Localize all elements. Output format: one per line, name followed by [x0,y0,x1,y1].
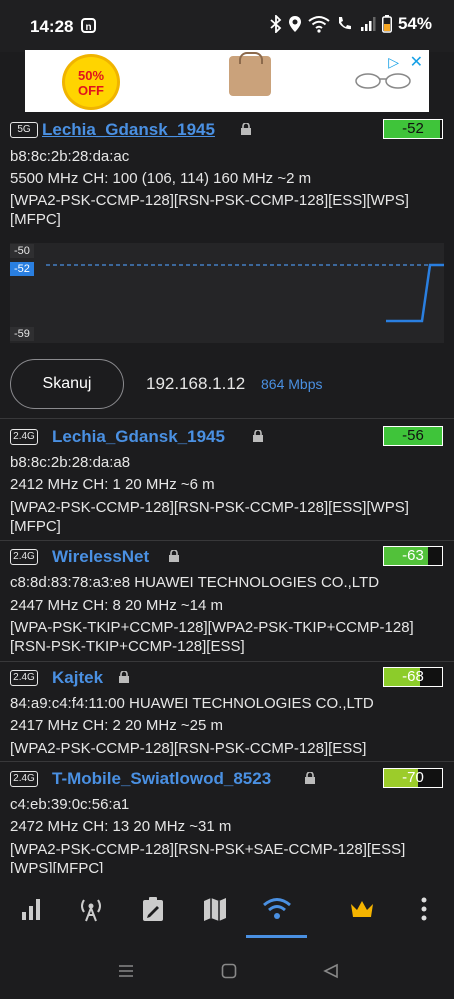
mac-address: c4:eb:39:0c:56:a1 [10,796,130,813]
security-line-2: [WPS][MFPC] [10,860,104,873]
status-time: 14:28 [30,17,74,36]
scan-button[interactable]: Skanuj [10,359,124,409]
map-icon[interactable] [202,896,228,922]
ad-handbag-image [229,52,271,96]
clipboard-edit-icon[interactable] [140,896,166,922]
notification-icon: n [81,18,96,33]
band-badge: 2.4G [10,670,38,686]
band-badge: 2.4G [10,771,38,787]
signal-strength-bar: -52 [383,119,443,139]
battery-icon [381,15,392,33]
network-item[interactable]: 2.4G Kajtek -68 84:a9:c4:f4:11:00 HUAWEI… [0,662,454,762]
signal-strength-bar: -68 [383,667,443,687]
network-item[interactable]: 2.4G WirelessNet -63 c8:8d:83:78:a3:e8 H… [0,541,454,662]
ip-address: 192.168.1.12 [146,374,246,393]
system-navigation-bar [0,942,454,999]
status-icons: 54% [270,14,432,34]
signal-value: -56 [402,427,424,444]
ad-banner[interactable]: 50% OFF ▷ ✕ [25,50,429,112]
network-ssid: WirelessNet [52,547,150,566]
lock-icon [253,430,263,442]
lock-icon [305,772,315,784]
link-speed: 864 Mbps [261,376,323,392]
security-line-1: [WPA2-PSK-CCMP-128][RSN-PSK-CCMP-128][ES… [10,740,367,757]
network-ssid: Lechia_Gdansk_1945 [52,427,225,446]
back-icon[interactable] [323,963,339,979]
channel-details: 2472 MHz CH: 13 20 MHz ~31 m [10,818,232,835]
band-badge: 5G [10,122,38,138]
security-line-2: [MFPC] [10,518,61,535]
security-line-1: [WPA2-PSK-CCMP-128][RSN-PSK-CCMP-128][ES… [10,499,409,516]
mac-address: c8:8d:83:78:a3:e8 HUAWEI TECHNOLOGIES CO… [10,574,380,591]
wifi-status-icon [308,16,330,33]
network-ssid: T-Mobile_Swiatlowod_8523 [52,769,272,788]
cell-signal-icon [360,17,376,31]
wifi-tab-icon[interactable] [262,896,292,922]
network-item[interactable]: 2.4G Lechia_Gdansk_1945 -56 b8:8c:2b:28:… [0,419,454,541]
wifi-call-icon [338,17,351,30]
security-line-2: [RSN-PSK-TKIP+CCMP-128][ESS] [10,638,245,655]
signal-strength-bar: -63 [383,546,443,566]
location-icon [288,16,301,32]
channel-details: 2417 MHz CH: 2 20 MHz ~25 m [10,717,223,734]
channel-details: 2447 MHz CH: 8 20 MHz ~14 m [10,597,223,614]
signal-strength-bar: -56 [383,426,443,446]
channel-details: 2412 MHz CH: 1 20 MHz ~6 m [10,476,215,493]
signal-value: -63 [402,547,424,564]
channel-details: 5500 MHz CH: 100 (106, 114) 160 MHz ~2 m [10,170,312,187]
sale-badge-percent: 50% [77,68,105,83]
mac-address: b8:8c:2b:28:da:a8 [10,454,131,471]
band-badge: 2.4G [10,549,38,565]
graph-signal-trace [386,263,444,323]
crown-icon[interactable] [349,896,375,922]
bottom-navigation [0,882,454,942]
bluetooth-icon [270,15,282,33]
more-options-icon[interactable] [411,896,437,922]
adchoices-icon[interactable]: ▷ [388,54,399,71]
signal-value: -68 [402,668,424,685]
network-item[interactable]: 2.4G T-Mobile_Swiatlowod_8523 -70 c4:eb:… [0,763,454,873]
home-icon[interactable] [221,963,237,979]
signal-value: -52 [402,120,424,137]
network-item[interactable]: 5G Lechia_Gdansk_1945 -52 b8:8c:2b:28:da… [0,115,454,239]
lock-icon [241,123,251,135]
access-point-icon[interactable] [78,896,104,922]
active-tab-indicator [246,935,307,938]
mac-address: 84:a9:c4:f4:11:00 HUAWEI TECHNOLOGIES CO… [10,695,374,712]
security-line-2: [MFPC] [10,211,61,228]
ad-glasses-image [355,73,411,89]
battery-percent: 54% [397,14,432,33]
network-ssid: Lechia_Gdansk_1945 [42,120,215,139]
signal-strength-bar: -70 [383,768,443,788]
lock-icon [169,550,179,562]
security-line-1: [WPA-PSK-TKIP+CCMP-128][WPA2-PSK-TKIP+CC… [10,619,414,636]
sale-badge-off: OFF [78,83,104,98]
mac-address: b8:8c:2b:28:da:ac [10,148,130,165]
ad-close-icon[interactable]: ✕ [410,52,423,72]
security-line-1: [WPA2-PSK-CCMP-128][RSN-PSK-CCMP-128][ES… [10,192,409,209]
recent-apps-icon[interactable] [118,964,134,978]
band-badge: 2.4G [10,429,38,445]
status-bar: 14:28 n 54% [0,0,454,52]
lock-icon [119,671,129,683]
security-line-1: [WPA2-PSK-CCMP-128][RSN-PSK+SAE-CCMP-128… [10,841,406,858]
signal-value: -70 [402,769,424,786]
bar-chart-icon[interactable] [19,896,45,922]
network-ssid: Kajtek [52,668,104,687]
signal-history-graph: -50 -52 -59 [10,243,444,343]
graph-plot [46,263,444,323]
sale-badge: 50% OFF [62,54,120,110]
